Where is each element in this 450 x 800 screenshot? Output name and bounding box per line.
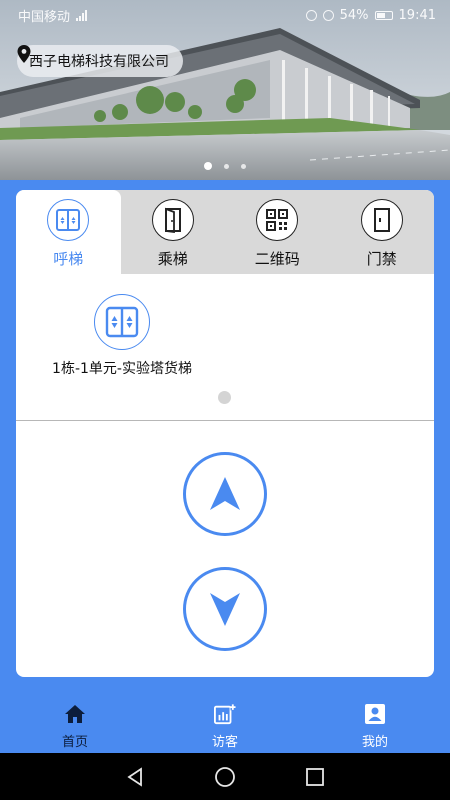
nav-profile[interactable]: 我的 xyxy=(300,693,450,753)
door-enter-icon xyxy=(151,199,194,241)
profile-icon xyxy=(364,703,386,725)
carousel-indicator xyxy=(0,162,450,170)
tab-ride-elevator[interactable]: 乘梯 xyxy=(121,190,226,274)
nav-visitor[interactable]: 访客 xyxy=(150,693,300,753)
elevator-doors-icon xyxy=(94,294,150,350)
tab-label: 呼梯 xyxy=(53,250,84,268)
battery-percent: 54% xyxy=(339,7,369,23)
home-circle-icon[interactable] xyxy=(210,762,240,792)
tab-label: 乘梯 xyxy=(157,250,188,268)
arrow-up-icon xyxy=(210,477,240,510)
tab-call-elevator[interactable]: 呼梯 xyxy=(16,190,121,274)
bottom-navigation: 首页 访客 我的 xyxy=(0,693,450,753)
visitor-add-icon xyxy=(214,703,236,725)
nav-home[interactable]: 首页 xyxy=(0,693,150,753)
back-icon[interactable] xyxy=(120,762,150,792)
tab-qr-code[interactable]: 二维码 xyxy=(225,190,330,274)
elevator-control-card: 呼梯 乘梯 二维码 门禁 1栋-1单元-实验塔货梯 xyxy=(16,190,434,677)
battery-icon xyxy=(374,10,393,20)
nav-label: 我的 xyxy=(361,735,388,750)
tab-label: 二维码 xyxy=(254,250,300,268)
arrow-down-icon xyxy=(210,593,240,626)
call-up-button[interactable] xyxy=(183,452,267,536)
elevator-item[interactable]: 1栋-1单元-实验塔货梯 xyxy=(42,294,202,378)
function-tabs: 呼梯 乘梯 二维码 门禁 xyxy=(16,190,434,274)
carrier-name: 中国移动 xyxy=(18,9,71,25)
signal-icon xyxy=(76,9,88,21)
eye-comfort-icon xyxy=(305,9,317,21)
clock-time: 19:41 xyxy=(398,7,436,23)
system-navigation-bar xyxy=(0,753,450,800)
nav-label: 首页 xyxy=(61,735,88,750)
alarm-icon xyxy=(322,9,334,21)
elevator-name: 1栋-1单元-实验塔货梯 xyxy=(52,361,192,377)
call-down-button[interactable] xyxy=(183,567,267,651)
page-indicator-dot xyxy=(218,391,231,404)
qr-code-icon xyxy=(256,199,299,241)
carousel-dot[interactable] xyxy=(241,163,246,169)
carousel-dot[interactable] xyxy=(224,163,229,169)
access-door-icon xyxy=(360,199,403,241)
nav-label: 访客 xyxy=(211,735,238,750)
carousel-dot[interactable] xyxy=(204,162,212,170)
tab-label: 门禁 xyxy=(366,250,397,268)
recents-icon[interactable] xyxy=(300,762,330,792)
location-pin-icon xyxy=(17,45,31,63)
status-bar: 中国移动 54% 19:41 xyxy=(0,0,450,30)
tab-access-control[interactable]: 门禁 xyxy=(330,190,435,274)
home-icon xyxy=(64,703,86,725)
elevator-doors-icon xyxy=(47,199,90,241)
company-name: 西子电梯科技有限公司 xyxy=(29,54,169,70)
company-selector[interactable]: 西子电梯科技有限公司 xyxy=(17,45,183,77)
divider xyxy=(16,420,434,421)
